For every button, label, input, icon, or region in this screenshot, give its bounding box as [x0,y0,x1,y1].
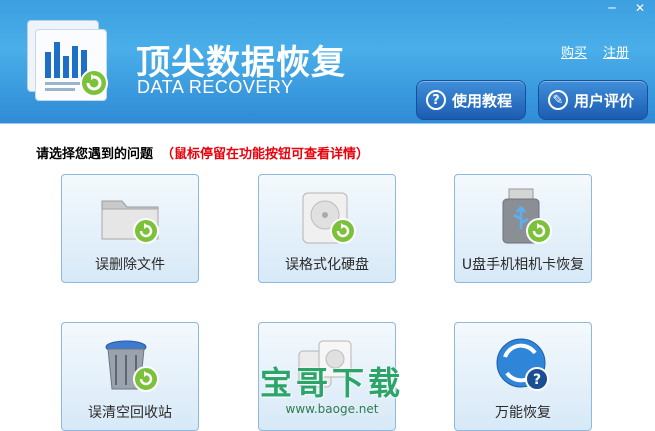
prompt-hint: （鼠标停留在功能按钮可查看详情） [161,147,370,162]
tutorial-button[interactable]: ? 使用教程 [416,80,526,120]
prompt-label: 请选择您遇到的问题 [36,147,154,162]
watermark-text: 宝哥下载 [259,364,404,402]
buy-link[interactable]: 购买 [561,42,587,61]
prompt-text: 请选择您遇到的问题 （鼠标停留在功能按钮可查看详情） [36,143,369,162]
tile-label: 误格式化硬盘 [285,257,369,273]
tile-deleted-files[interactable]: 误删除文件 [61,174,199,283]
tile-label: 误删除文件 [95,257,165,273]
usb-recover-icon [502,188,552,244]
question-icon: ? [426,90,446,110]
universal-recover-icon: ? [496,338,549,391]
harddisk-recover-icon [302,192,356,244]
header-bar: ─ ✕ 顶尖数据恢复 DATA RECOVERY 购买 注册 ? 使用教程 ✎ … [0,0,655,123]
folder-recover-icon [101,200,159,244]
tile-formatted-disk[interactable]: 误格式化硬盘 [258,174,396,283]
minimize-button[interactable]: ─ [600,0,624,17]
recover-arrow-icon [80,69,108,97]
review-button[interactable]: ✎ 用户评价 [538,80,648,120]
app-logo [27,20,113,102]
register-link[interactable]: 注册 [603,42,629,61]
tile-recycle-bin[interactable]: 误清空回收站 [61,322,199,431]
tile-label: 误清空回收站 [88,405,172,421]
close-button[interactable]: ✕ [628,0,652,17]
chat-icon: ✎ [548,90,568,110]
tile-label: U盘手机相机卡恢复 [461,257,585,273]
svg-text:?: ? [533,372,541,388]
tile-usb-card[interactable]: U盘手机相机卡恢复 [454,174,592,283]
review-button-label: 用户评价 [574,91,635,110]
tile-label: 万能恢复 [495,405,551,421]
app-subtitle: DATA RECOVERY [137,77,294,97]
tile-universal[interactable]: ? 万能恢复 [454,322,592,431]
watermark: 宝哥下载 www.baoge.net [252,358,412,416]
recycle-bin-recover-icon [105,340,159,392]
tutorial-button-label: 使用教程 [452,91,513,110]
watermark-url: www.baoge.net [285,402,379,416]
